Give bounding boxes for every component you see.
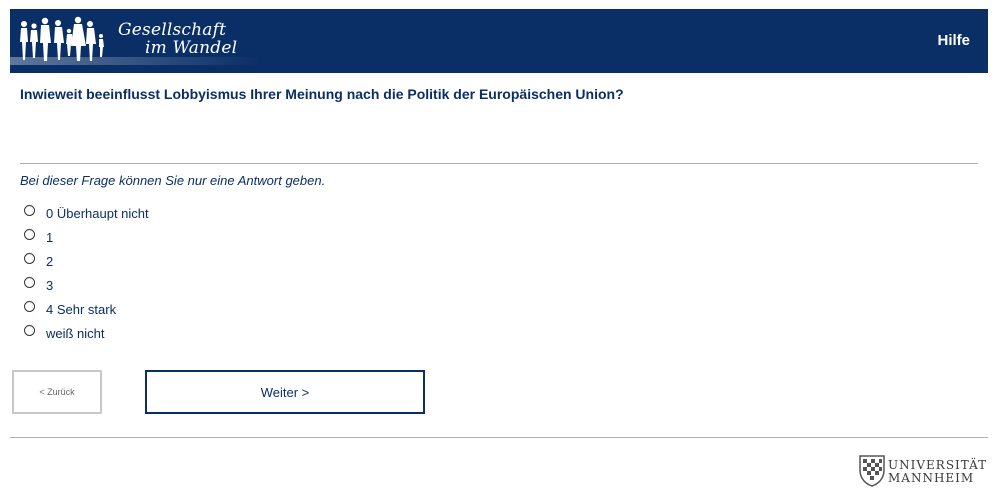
option-1[interactable]: 1 [24, 225, 149, 249]
option-label: 2 [46, 253, 54, 269]
header-bar: Gesellschaft im Wandel Hilfe [10, 9, 988, 73]
logo-title-line1: Gesellschaft [118, 20, 227, 40]
radio-button[interactable] [24, 204, 35, 216]
option-label: 3 [46, 277, 54, 293]
radio-button[interactable] [24, 252, 35, 264]
logo-title-line2: im Wandel [145, 38, 238, 58]
option-0[interactable]: 0 Überhaupt nicht [24, 201, 149, 225]
university-name-line2: MANNHEIM [888, 471, 975, 485]
question-text: Inwieweit beeinflusst Lobbyismus Ihrer M… [20, 86, 624, 102]
radio-button[interactable] [24, 324, 35, 336]
back-button[interactable]: < Zurück [12, 370, 102, 414]
answer-options: 0 Überhaupt nicht 1 2 3 4 Sehr stark wei… [24, 201, 149, 345]
option-label: 0 Überhaupt nicht [46, 205, 149, 221]
radio-button[interactable] [24, 228, 35, 240]
university-name-line1: UNIVERSITÄT [888, 458, 988, 472]
survey-page: Gesellschaft im Wandel Hilfe Inwieweit b… [0, 0, 997, 497]
option-label: 1 [46, 229, 54, 245]
option-label: 4 Sehr stark [46, 301, 117, 317]
divider [20, 163, 978, 164]
help-link[interactable]: Hilfe [937, 32, 970, 49]
option-label: weiß nicht [46, 325, 105, 341]
option-3[interactable]: 3 [24, 273, 149, 297]
gesellschaft-im-wandel-logo: Gesellschaft im Wandel [10, 9, 260, 73]
option-dont-know[interactable]: weiß nicht [24, 321, 149, 345]
option-4[interactable]: 4 Sehr stark [24, 297, 149, 321]
footer-divider [10, 437, 988, 438]
university-mannheim-logo: UNIVERSITÄT MANNHEIM [858, 450, 990, 490]
option-2[interactable]: 2 [24, 249, 149, 273]
next-button[interactable]: Weiter > [145, 370, 425, 414]
radio-button[interactable] [24, 276, 35, 288]
answer-instruction: Bei dieser Frage können Sie nur eine Ant… [20, 173, 326, 188]
radio-button[interactable] [24, 300, 35, 312]
university-crest-icon [859, 455, 885, 487]
